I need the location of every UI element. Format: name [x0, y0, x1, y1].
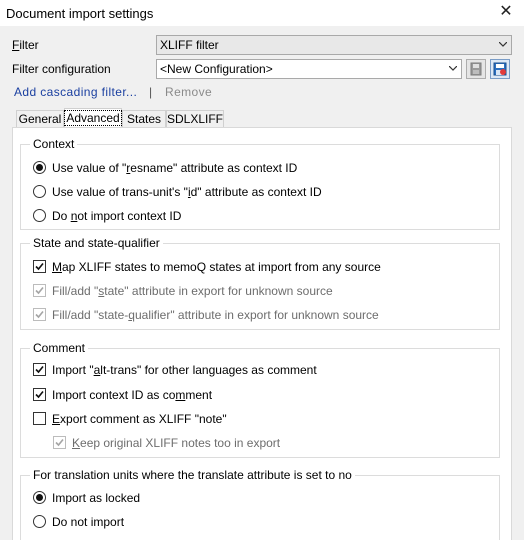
save-icon — [470, 62, 482, 76]
checkbox[interactable] — [33, 308, 46, 321]
checkmark-icon — [35, 262, 44, 271]
chevron-down-icon — [499, 42, 507, 47]
radio-dot — [36, 164, 43, 171]
radio-button[interactable] — [33, 515, 46, 528]
checkbox[interactable] — [33, 388, 46, 401]
comment-group-title: Comment — [30, 341, 89, 355]
checkbox[interactable] — [33, 363, 46, 376]
remove-link[interactable]: Remove — [165, 85, 212, 99]
checkbox[interactable] — [53, 436, 66, 449]
state-group: State and state-qualifier Map XLIFF stat… — [20, 236, 500, 330]
radio-button[interactable] — [33, 161, 46, 174]
tab-states[interactable]: States — [122, 110, 166, 127]
window-title: Document import settings — [6, 6, 154, 21]
filter-dropdown[interactable]: XLIFF filter — [156, 35, 512, 55]
radio-button[interactable] — [33, 185, 46, 198]
radio-button[interactable] — [33, 209, 46, 222]
title-bar: Document import settings ✕ — [0, 0, 524, 26]
checkmark-icon — [35, 365, 44, 374]
filter-configuration-value: <New Configuration> — [160, 62, 273, 76]
state-group-title: State and state-qualifier — [30, 236, 163, 250]
checkmark-icon — [35, 390, 44, 399]
radio-dot — [36, 494, 43, 501]
document-import-settings-window: Document import settings ✕ Filter XLIFF … — [0, 0, 524, 540]
link-separator: | — [149, 85, 153, 99]
save-config-button[interactable] — [466, 59, 486, 79]
comment-group: Comment Import "alt-trans" for other lan… — [20, 341, 500, 458]
filter-dropdown-value: XLIFF filter — [160, 38, 219, 52]
tab-advanced[interactable]: Advanced — [64, 108, 122, 128]
checkbox[interactable] — [33, 260, 46, 273]
save-as-icon — [493, 62, 507, 76]
checkmark-icon — [55, 438, 64, 447]
tab-general[interactable]: General — [16, 110, 64, 127]
filter-configuration-label: Filter configuration — [12, 62, 111, 76]
checkmark-icon — [35, 286, 44, 295]
filter-configuration-dropdown[interactable]: <New Configuration> — [156, 59, 462, 79]
translate-attribute-group: For translation units where the translat… — [20, 468, 500, 540]
checkbox[interactable] — [33, 284, 46, 297]
checkbox[interactable] — [33, 412, 46, 425]
radio-button[interactable] — [33, 491, 46, 504]
chevron-down-icon — [449, 66, 457, 71]
close-icon[interactable]: ✕ — [498, 4, 514, 20]
tab-sdlxliff[interactable]: SDLXLIFF — [166, 110, 224, 127]
save-as-config-button[interactable] — [490, 59, 510, 79]
translate-attribute-group-title: For translation units where the translat… — [30, 468, 355, 482]
filter-label: Filter — [12, 38, 39, 52]
checkmark-icon — [35, 310, 44, 319]
add-cascading-filter-link[interactable]: Add cascading filter... — [14, 85, 137, 99]
context-group: Context Use value of "resname" attribute… — [20, 137, 500, 230]
context-group-title: Context — [30, 137, 78, 151]
